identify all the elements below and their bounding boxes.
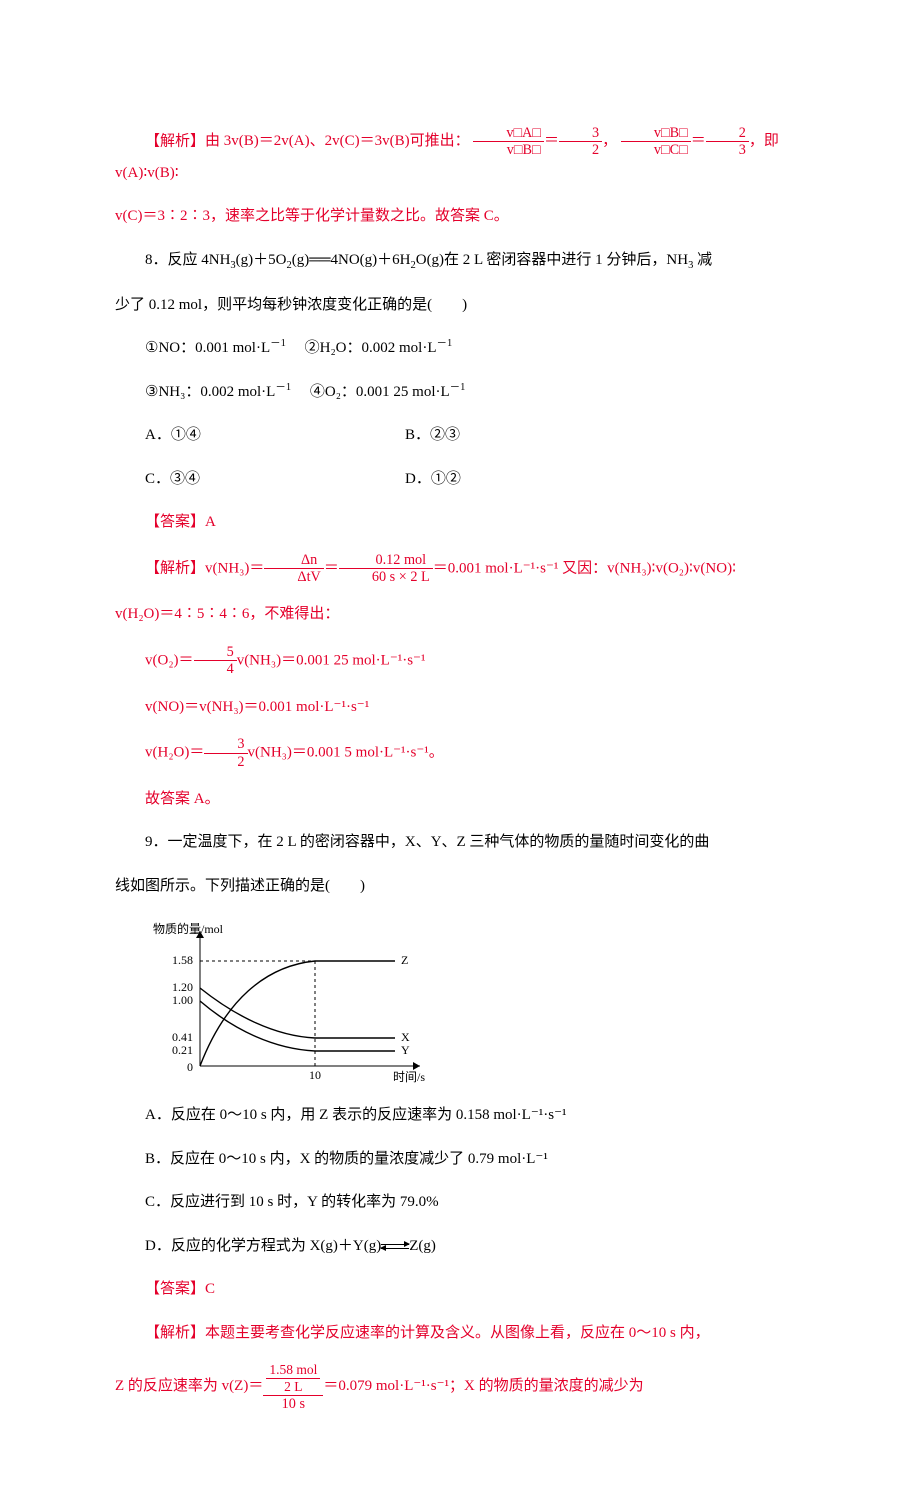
q8-choice-row2: C．③④ D．①② — [115, 465, 805, 494]
document-page: 【解析】由 3v(B)＝2v(A)、2v(C)＝3v(B)可推出： v□A□v□… — [0, 0, 920, 1487]
svg-text:0: 0 — [187, 1060, 193, 1074]
svg-text:Z: Z — [401, 953, 408, 967]
q8-stem-line2: 少了 0.12 mol，则平均每秒钟浓度变化正确的是( ) — [115, 291, 805, 320]
q8-calc2: v(NO)＝v(NH₃)＝0.001 mol·L⁻¹·s⁻¹ — [115, 693, 805, 722]
chart-ylabel: 物质的量/mol — [153, 921, 224, 936]
q7-frac1b: 32 — [559, 125, 602, 159]
q9-optC: C．反应进行到 10 s 时，Y 的转化率为 79.0% — [115, 1188, 805, 1217]
q9-analysis-line1: 【解析】本题主要考查化学反应速率的计算及含义。从图像上看，反应在 0～10 s … — [115, 1319, 805, 1348]
q8-choice-c: C．③④ — [115, 465, 375, 494]
svg-text:0.41: 0.41 — [172, 1030, 193, 1044]
q9-answer: 【答案】C — [115, 1275, 805, 1304]
q9-stem-line2: 线如图所示。下列描述正确的是( ) — [115, 872, 805, 901]
q8-choice-row1: A．①④ B．②③ — [115, 421, 805, 450]
q7-analysis-line1: 【解析】由 3v(B)＝2v(A)、2v(C)＝3v(B)可推出： v□A□v□… — [115, 125, 805, 187]
svg-text:1.58: 1.58 — [172, 953, 193, 967]
q8-analysis-line1: 【解析】v(NH₃)＝ΔnΔtV＝0.12 mol60 s × 2 L＝0.00… — [115, 552, 805, 586]
q9-optD: D．反应的化学方程式为 X(g)＋Y(g)Z(g) — [115, 1232, 805, 1261]
q8-frac-val: 0.12 mol60 s × 2 L — [339, 552, 433, 586]
svg-text:1.20: 1.20 — [172, 980, 193, 994]
q8-choice-b: B．②③ — [375, 421, 460, 450]
q7-ana-body: 由 3v(B)＝2v(A)、2v(C)＝3v(B)可推出： v□A□v□B□＝3… — [115, 133, 779, 180]
q8-choice-d: D．①② — [375, 465, 461, 494]
analysis-prefix: 【解析】 — [145, 133, 205, 149]
svg-text:1.00: 1.00 — [172, 993, 193, 1007]
q8-stem-line1: 8．反应 4NH3(g)＋5O2(g)══4NO(g)＋6H2O(g)在 2 L… — [115, 246, 805, 276]
q7-frac2b: 23 — [706, 125, 749, 159]
q8-analysis-line2: v(H₂O)＝4∶5∶4∶6，不难得出： — [115, 600, 805, 629]
svg-text:X: X — [401, 1030, 410, 1044]
q7-frac2: v□B□v□C□ — [621, 125, 691, 159]
q9-analysis-line2: Z 的反应速率为 v(Z)＝ 1.58 mol2 L 10 s ＝0.079 m… — [115, 1362, 805, 1411]
q8-choice-a: A．①④ — [115, 421, 375, 450]
q9-optA: A．反应在 0～10 s 内，用 Z 表示的反应速率为 0.158 mol·L⁻… — [115, 1101, 805, 1130]
q8-opts-row1: ①NO：0.001 mol·L－1 ②H₂O：0.002 mol·L－1 — [115, 334, 805, 363]
chart-svg: 0 0.21 0.41 1.00 1.20 1.58 10 物质的量/mol 时… — [145, 921, 445, 1086]
q8-frac-dn: ΔnΔtV — [264, 552, 323, 586]
q9-optB: B．反应在 0～10 s 内，X 的物质的量浓度减少了 0.79 mol·L⁻¹ — [115, 1145, 805, 1174]
q7-analysis-line2: v(C)＝3∶2∶3，速率之比等于化学计量数之比。故答案 C。 — [115, 202, 805, 231]
q8-calc3: v(H₂O)＝32v(NH₃)＝0.001 5 mol·L⁻¹·s⁻¹。 — [115, 736, 805, 770]
svg-text:Y: Y — [401, 1043, 410, 1057]
svg-text:0.21: 0.21 — [172, 1043, 193, 1057]
svg-text:10: 10 — [309, 1068, 321, 1082]
q8-analysis-end: 故答案 A。 — [115, 785, 805, 814]
q8-opts-row2: ③NH₃：0.002 mol·L－1 ④O₂：0.001 25 mol·L－1 — [115, 378, 805, 407]
q9-chart: 0 0.21 0.41 1.00 1.20 1.58 10 物质的量/mol 时… — [145, 915, 805, 1086]
q9-stem-line1: 9．一定温度下，在 2 L 的密闭容器中，X、Y、Z 三种气体的物质的量随时间变… — [115, 828, 805, 857]
chart-xlabel: 时间/s — [393, 1070, 425, 1084]
q8-calc1: v(O₂)＝54v(NH₃)＝0.001 25 mol·L⁻¹·s⁻¹ — [115, 644, 805, 678]
q9-nested-frac: 1.58 mol2 L 10 s — [263, 1362, 323, 1411]
q7-frac1: v□A□v□B□ — [473, 125, 544, 159]
q8-answer: 【答案】A — [115, 508, 805, 537]
